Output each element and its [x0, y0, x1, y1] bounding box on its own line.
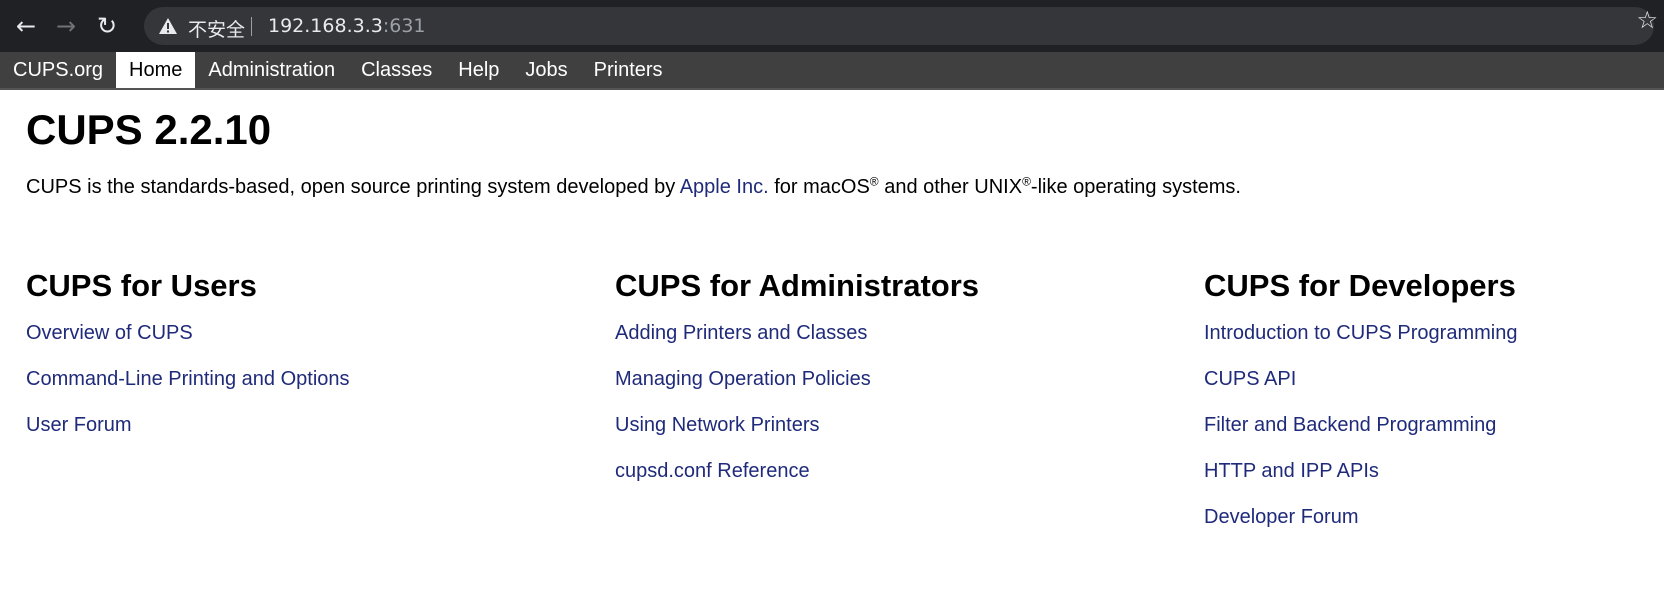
intro-part1: CUPS is the standards-based, open source…	[26, 176, 680, 198]
list-item: Adding Printers and Classes	[615, 320, 1175, 366]
list-item: CUPS API	[1204, 366, 1644, 412]
list-item: User Forum	[26, 412, 586, 458]
section-heading: CUPS for Administrators	[615, 268, 980, 303]
url-port: :631	[382, 15, 426, 37]
link-overview[interactable]: Overview of CUPS	[26, 322, 193, 344]
star-icon[interactable]: ☆	[1636, 6, 1658, 34]
intro-part3: and other UNIX	[878, 176, 1023, 198]
link-user-forum[interactable]: User Forum	[26, 414, 132, 436]
nav-home[interactable]: Home	[116, 52, 196, 88]
nav-jobs[interactable]: Jobs	[512, 52, 580, 88]
browser-toolbar: ← → ↻ 不安全 192.168.3.3:631 ☆	[0, 0, 1664, 52]
arrow-left-icon: ←	[15, 12, 37, 40]
list-item: Command-Line Printing and Options	[26, 366, 586, 412]
link-http-ipp[interactable]: HTTP and IPP APIs	[1204, 460, 1379, 482]
link-operation-policies[interactable]: Managing Operation Policies	[615, 368, 871, 390]
link-developer-forum[interactable]: Developer Forum	[1204, 506, 1359, 528]
list-item: Using Network Printers	[615, 412, 1175, 458]
link-adding-printers[interactable]: Adding Printers and Classes	[615, 322, 867, 344]
section-developers: CUPS for Developers Introduction to CUPS…	[1204, 268, 1644, 550]
separator	[251, 17, 252, 36]
link-command-line[interactable]: Command-Line Printing and Options	[26, 368, 350, 390]
link-list: Introduction to CUPS Programming CUPS AP…	[1204, 320, 1644, 550]
link-filter-backend[interactable]: Filter and Backend Programming	[1204, 414, 1496, 436]
intro-part2: for macOS	[768, 176, 870, 198]
main-content: CUPS 2.2.10 CUPS is the standards-based,…	[26, 90, 1646, 528]
cups-nav-bar: CUPS.org Home Administration Classes Hel…	[0, 52, 1664, 90]
security-label[interactable]: 不安全	[188, 15, 245, 42]
list-item: cupsd.conf Reference	[615, 458, 1175, 504]
url-text[interactable]: 192.168.3.3:631	[268, 15, 426, 37]
section-heading: CUPS for Users	[26, 268, 257, 303]
list-item: Developer Forum	[1204, 504, 1644, 550]
reload-icon: ↻	[96, 12, 118, 40]
warning-icon	[159, 18, 177, 34]
intro-part4: -like operating systems.	[1030, 176, 1241, 198]
list-item: Overview of CUPS	[26, 320, 586, 366]
nav-administration[interactable]: Administration	[195, 52, 348, 88]
nav-printers[interactable]: Printers	[581, 52, 676, 88]
apple-link[interactable]: Apple Inc.	[680, 176, 769, 198]
list-item: HTTP and IPP APIs	[1204, 458, 1644, 504]
link-list: Overview of CUPS Command-Line Printing a…	[26, 320, 586, 458]
link-cupsd-conf[interactable]: cupsd.conf Reference	[615, 460, 810, 482]
address-bar[interactable]: 不安全 192.168.3.3:631	[144, 7, 1654, 45]
nav-help[interactable]: Help	[445, 52, 512, 88]
link-cups-api[interactable]: CUPS API	[1204, 368, 1296, 390]
registered-mark: ®	[1022, 174, 1031, 189]
link-network-printers[interactable]: Using Network Printers	[615, 414, 820, 436]
intro-text: CUPS is the standards-based, open source…	[26, 174, 1646, 200]
registered-mark: ®	[869, 174, 879, 189]
list-item: Introduction to CUPS Programming	[1204, 320, 1644, 366]
reload-button[interactable]: ↻	[89, 8, 125, 44]
nav-classes[interactable]: Classes	[348, 52, 445, 88]
nav-cups-org[interactable]: CUPS.org	[0, 52, 116, 88]
link-intro-programming[interactable]: Introduction to CUPS Programming	[1204, 322, 1517, 344]
url-host: 192.168.3.3	[268, 15, 383, 37]
list-item: Managing Operation Policies	[615, 366, 1175, 412]
back-button[interactable]: ←	[8, 8, 44, 44]
arrow-right-icon: →	[55, 12, 77, 40]
list-item: Filter and Backend Programming	[1204, 412, 1644, 458]
page-title: CUPS 2.2.10	[26, 106, 272, 153]
section-users: CUPS for Users Overview of CUPS Command-…	[26, 268, 586, 458]
section-administrators: CUPS for Administrators Adding Printers …	[615, 268, 1175, 504]
forward-button[interactable]: →	[48, 8, 84, 44]
section-heading: CUPS for Developers	[1204, 268, 1516, 303]
link-list: Adding Printers and Classes Managing Ope…	[615, 320, 1175, 504]
